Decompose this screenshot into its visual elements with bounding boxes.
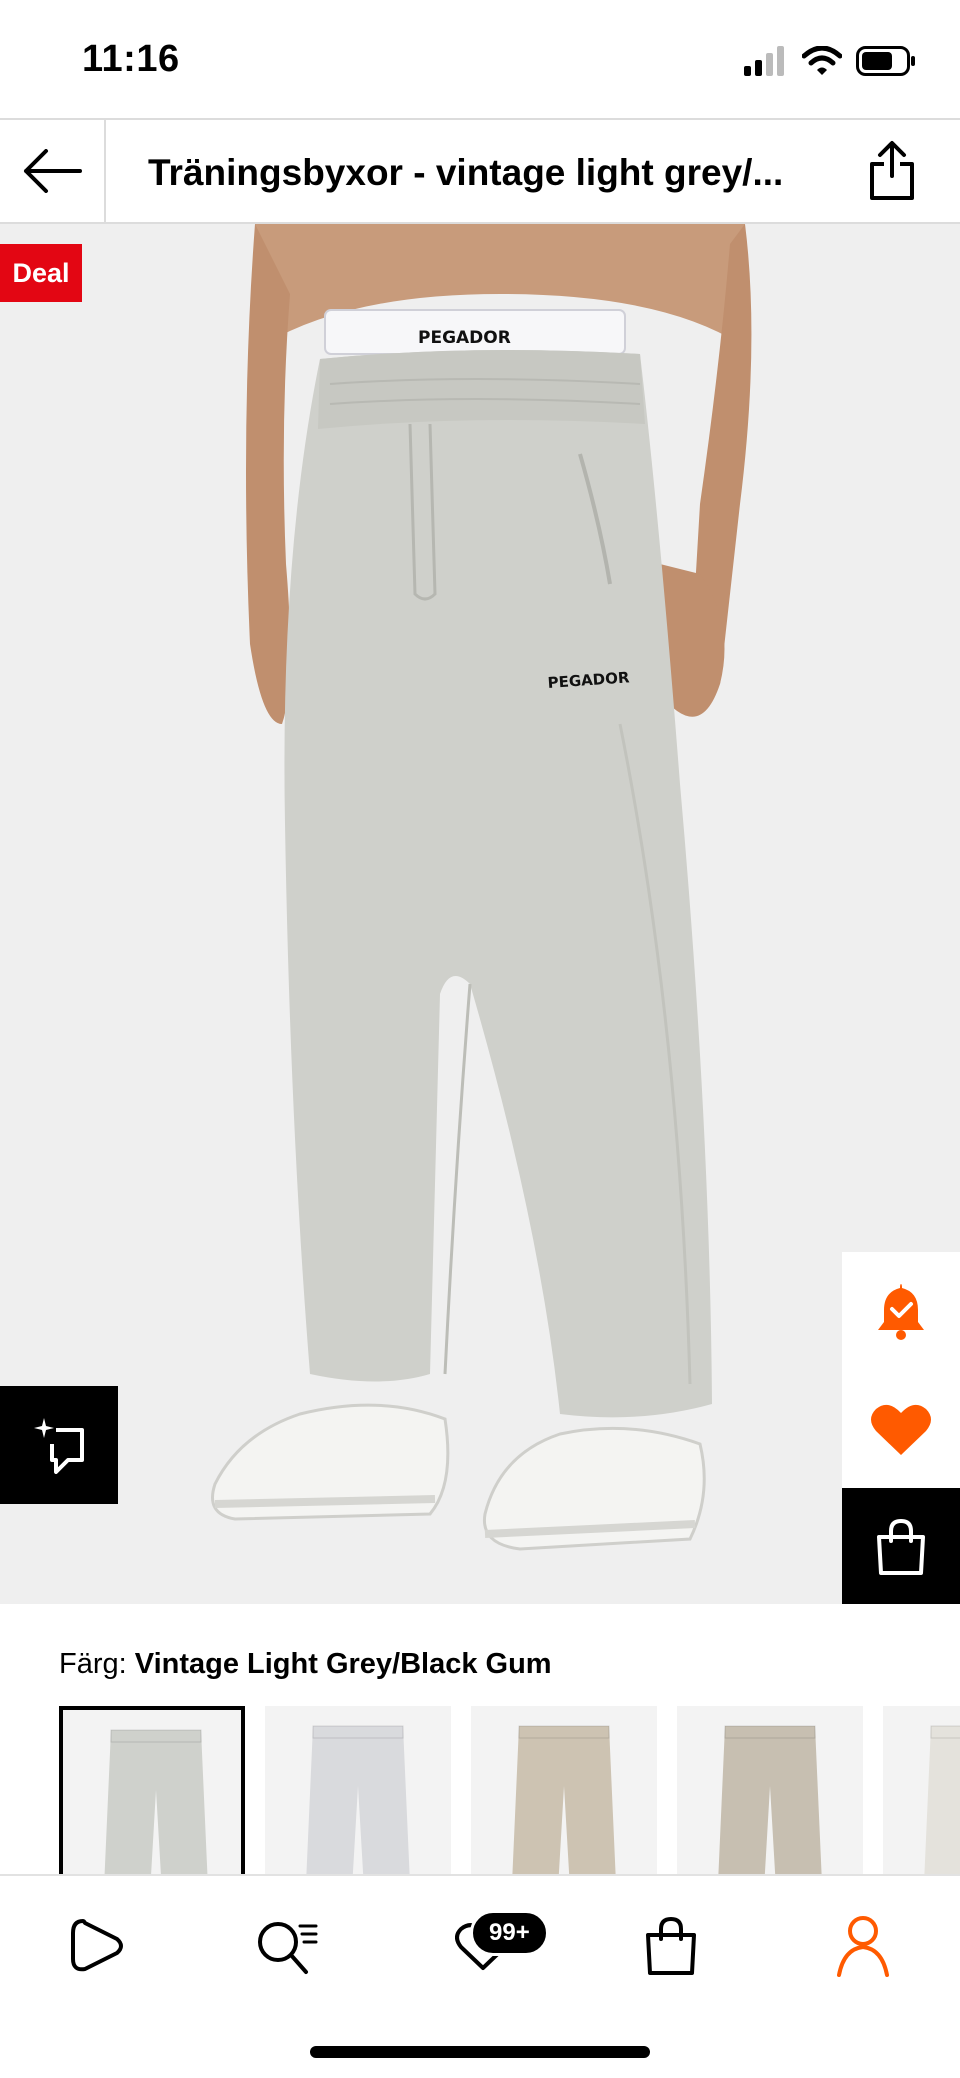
nav-profile[interactable] — [818, 1906, 908, 1986]
bell-check-icon — [878, 1284, 924, 1340]
shopping-bag-icon — [877, 1518, 925, 1575]
nav-search[interactable] — [242, 1906, 332, 1986]
status-time: 11:16 — [82, 38, 180, 80]
swatch-thumbnail — [924, 1725, 960, 1874]
user-icon — [837, 1916, 889, 1977]
color-swatch[interactable] — [265, 1706, 451, 1874]
color-swatch[interactable] — [677, 1706, 863, 1874]
arrow-left-icon — [24, 149, 82, 193]
color-swatch[interactable] — [883, 1706, 960, 1874]
color-swatch[interactable] — [471, 1706, 657, 1874]
color-swatch[interactable] — [59, 1706, 245, 1874]
swatch-thumbnail — [718, 1725, 822, 1874]
favorite-button[interactable] — [842, 1370, 960, 1488]
status-bar: 11:16 — [0, 0, 960, 118]
shopping-bag-icon — [646, 1916, 696, 1975]
wifi-icon — [802, 46, 842, 75]
status-icons — [744, 44, 916, 78]
swatch-thumbnail — [306, 1725, 410, 1874]
color-label: Färg: Vintage Light Grey/Black Gum — [59, 1648, 552, 1681]
deal-badge: Deal — [0, 244, 82, 302]
heart-icon — [871, 1404, 931, 1455]
color-key: Färg: — [59, 1648, 127, 1680]
share-button[interactable] — [860, 138, 924, 204]
favorites-count-badge: 99+ — [470, 1910, 549, 1956]
color-swatches — [59, 1706, 960, 1874]
color-value: Vintage Light Grey/Black Gum — [134, 1648, 552, 1680]
sparkle-search-icon — [34, 1418, 84, 1474]
signal-icon — [744, 46, 784, 76]
side-actions — [842, 1252, 960, 1604]
play-icon — [71, 1919, 123, 1972]
notify-button[interactable] — [842, 1252, 960, 1370]
product-photo: PEGADOR PEGADOR — [0, 224, 960, 1604]
waistband-logo: PEGADOR — [418, 328, 511, 348]
bottom-navigation: 99+ — [0, 1874, 960, 2078]
battery-icon — [856, 46, 915, 76]
swatch-thumbnail — [512, 1725, 616, 1874]
add-to-bag-button[interactable] — [842, 1488, 960, 1604]
find-similar-button[interactable] — [0, 1386, 118, 1504]
back-button[interactable] — [0, 120, 106, 222]
product-header: Träningsbyxor - vintage light grey/... — [0, 118, 960, 224]
home-indicator — [310, 2046, 650, 2058]
product-image[interactable]: PEGADOR PEGADOR Deal — [0, 224, 960, 1604]
nav-home[interactable] — [52, 1906, 142, 1986]
page-title: Träningsbyxor - vintage light grey/... — [148, 152, 784, 193]
share-icon — [870, 141, 914, 200]
swatch-thumbnail — [104, 1729, 208, 1874]
nav-bag[interactable] — [626, 1906, 716, 1986]
search-icon — [258, 1922, 318, 1974]
